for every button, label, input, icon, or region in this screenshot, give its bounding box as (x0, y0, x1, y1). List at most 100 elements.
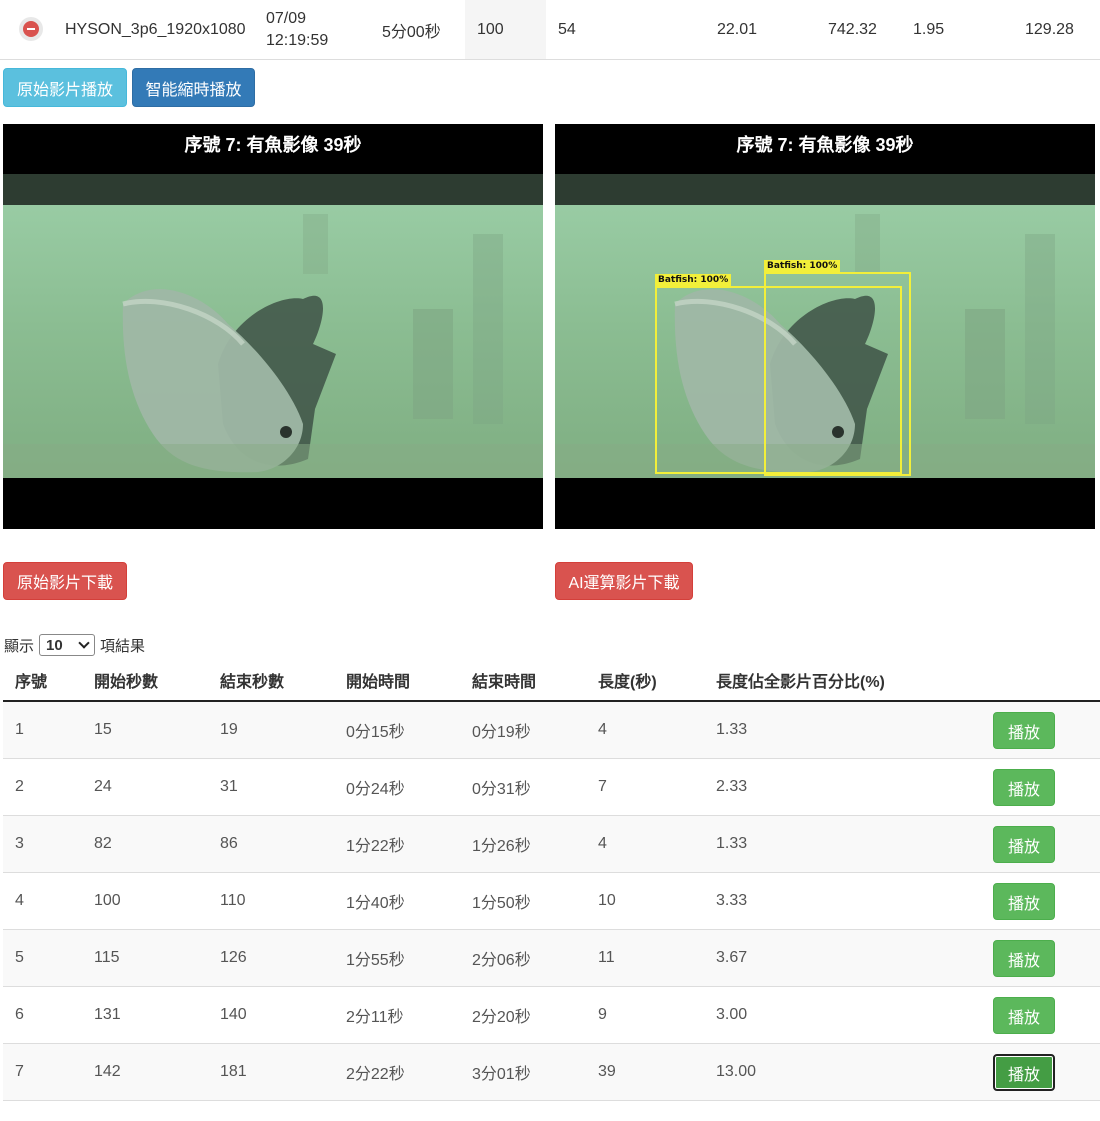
cell-end-time: 2分20秒 (472, 1009, 531, 1026)
cell-length: 7 (598, 778, 607, 795)
cell-no: 6 (15, 1006, 24, 1023)
chevron-down-icon (78, 637, 90, 649)
table-row: 5 115 126 1分55秒 2分06秒 11 3.67 播放 (3, 930, 1100, 987)
cell-end-sec: 181 (220, 1063, 247, 1080)
video-duration: 5分00秒 (382, 23, 441, 41)
cell-start-time: 0分15秒 (346, 724, 405, 741)
play-button[interactable]: 播放 (993, 1054, 1055, 1091)
cell-end-time: 1分50秒 (472, 895, 531, 912)
video-caption: 序號 7: 有魚影像 39秒 (736, 135, 914, 155)
summary-value: 742.32 (828, 20, 877, 38)
page-length-suffix: 項結果 (100, 637, 146, 655)
ai-download-button[interactable]: AI運算影片下載 (555, 562, 693, 600)
cell-no: 1 (15, 721, 24, 738)
page-length-control: 顯示 10 項結果 (4, 633, 145, 657)
play-button[interactable]: 播放 (993, 712, 1055, 749)
cell-percent: 1.33 (716, 835, 748, 852)
table-row: 6 131 140 2分11秒 2分20秒 9 3.00 播放 (3, 987, 1100, 1044)
table-body: 1 15 19 0分15秒 0分19秒 4 1.33 播放 2 24 31 0分24秒 0分31秒 7 2.… (3, 702, 1100, 1101)
column-header[interactable]: 結束時間 (472, 660, 536, 700)
column-header[interactable]: 結束秒數 (220, 660, 284, 700)
play-button[interactable]: 播放 (993, 997, 1055, 1034)
original-play-button[interactable]: 原始影片播放 (3, 68, 127, 107)
detection-box (764, 272, 911, 476)
column-header[interactable]: 開始秒數 (94, 660, 158, 700)
cell-end-time: 0分31秒 (472, 781, 531, 798)
column-header[interactable]: 開始時間 (346, 660, 410, 700)
cell-start-sec: 131 (94, 1006, 121, 1023)
cell-end-sec: 126 (220, 949, 247, 966)
cell-end-time: 1分26秒 (472, 838, 531, 855)
cell-length: 10 (598, 892, 616, 909)
cell-start-time: 1分40秒 (346, 895, 405, 912)
play-button[interactable]: 播放 (993, 940, 1055, 977)
cell-start-sec: 15 (94, 721, 112, 738)
cell-percent: 3.33 (716, 892, 748, 909)
table-row: 7 142 181 2分22秒 3分01秒 39 13.00 播放 (3, 1044, 1100, 1101)
cell-end-sec: 140 (220, 1006, 247, 1023)
cell-end-time: 2分06秒 (472, 952, 531, 969)
cell-length: 9 (598, 1006, 607, 1023)
cell-length: 39 (598, 1063, 616, 1080)
summary-value: 129.28 (1025, 20, 1074, 38)
video-frame: Batfish: 100% Batfish: 100% (555, 174, 1095, 478)
video-summary-row: HYSON_3p6_1920x1080 07/09 12:19:59 5分00秒… (0, 0, 1100, 60)
cell-percent: 3.67 (716, 949, 748, 966)
cell-no: 7 (15, 1063, 24, 1080)
video-time: 12:19:59 (266, 31, 329, 49)
cell-no: 3 (15, 835, 24, 852)
video-filename: HYSON_3p6_1920x1080 (65, 20, 246, 38)
cell-end-sec: 31 (220, 778, 238, 795)
cell-end-sec: 110 (220, 892, 246, 909)
cell-percent: 2.33 (716, 778, 748, 795)
cell-start-time: 2分11秒 (346, 1009, 404, 1026)
play-button[interactable]: 播放 (993, 826, 1055, 863)
original-download-button[interactable]: 原始影片下載 (3, 562, 127, 600)
table-row: 2 24 31 0分24秒 0分31秒 7 2.33 播放 (3, 759, 1100, 816)
play-button[interactable]: 播放 (993, 769, 1055, 806)
ai-video-player[interactable]: 序號 7: 有魚影像 39秒 Batfish: 100% Batfish: 10… (555, 124, 1095, 529)
summary-value: 1.95 (913, 20, 945, 38)
table-row: 4 100 110 1分40秒 1分50秒 10 3.33 播放 (3, 873, 1100, 930)
segments-table: 序號 開始秒數 結束秒數 開始時間 結束時間 長度(秒) 長度佔全影片百分比(%… (3, 660, 1100, 1101)
cell-no: 5 (15, 949, 24, 966)
table-row: 1 15 19 0分15秒 0分19秒 4 1.33 播放 (3, 702, 1100, 759)
detection-label: Batfish: 100% (764, 260, 841, 272)
cell-length: 4 (598, 721, 607, 738)
column-header[interactable]: 序號 (15, 660, 47, 700)
cell-start-time: 0分24秒 (346, 781, 405, 798)
cell-start-sec: 142 (94, 1063, 121, 1080)
page-length-select[interactable]: 10 (39, 634, 96, 656)
column-header[interactable]: 長度(秒) (598, 660, 657, 700)
page-length-prefix: 顯示 (4, 637, 35, 655)
cell-start-time: 1分22秒 (346, 838, 405, 855)
table-header: 序號 開始秒數 結束秒數 開始時間 結束時間 長度(秒) 長度佔全影片百分比(%… (3, 660, 1100, 702)
cell-start-sec: 115 (94, 949, 120, 966)
cell-start-sec: 100 (94, 892, 121, 909)
detection-label: Batfish: 100% (655, 274, 732, 286)
remove-icon[interactable] (19, 17, 43, 41)
cell-end-sec: 19 (220, 721, 238, 738)
cell-end-sec: 86 (220, 835, 238, 852)
cell-no: 2 (15, 778, 24, 795)
summary-value: 22.01 (717, 20, 758, 38)
play-button[interactable]: 播放 (993, 883, 1055, 920)
cell-start-sec: 24 (94, 778, 112, 795)
cell-percent: 1.33 (716, 721, 748, 738)
cell-end-time: 0分19秒 (472, 724, 531, 741)
video-caption: 序號 7: 有魚影像 39秒 (184, 135, 362, 155)
column-header[interactable]: 長度佔全影片百分比(%) (716, 660, 885, 700)
cell-end-time: 3分01秒 (472, 1066, 531, 1083)
smart-play-button[interactable]: 智能縮時播放 (132, 68, 255, 107)
original-video-player[interactable]: 序號 7: 有魚影像 39秒 (3, 124, 543, 529)
cell-start-sec: 82 (94, 835, 112, 852)
summary-value: 54 (558, 20, 576, 38)
cell-no: 4 (15, 892, 24, 909)
cell-length: 11 (598, 949, 615, 966)
cell-length: 4 (598, 835, 607, 852)
table-row: 3 82 86 1分22秒 1分26秒 4 1.33 播放 (3, 816, 1100, 873)
cell-percent: 13.00 (716, 1063, 757, 1080)
page-length-value: 10 (46, 636, 63, 654)
cell-percent: 3.00 (716, 1006, 748, 1023)
video-datetime: 07/09 12:19:59 (266, 0, 328, 59)
